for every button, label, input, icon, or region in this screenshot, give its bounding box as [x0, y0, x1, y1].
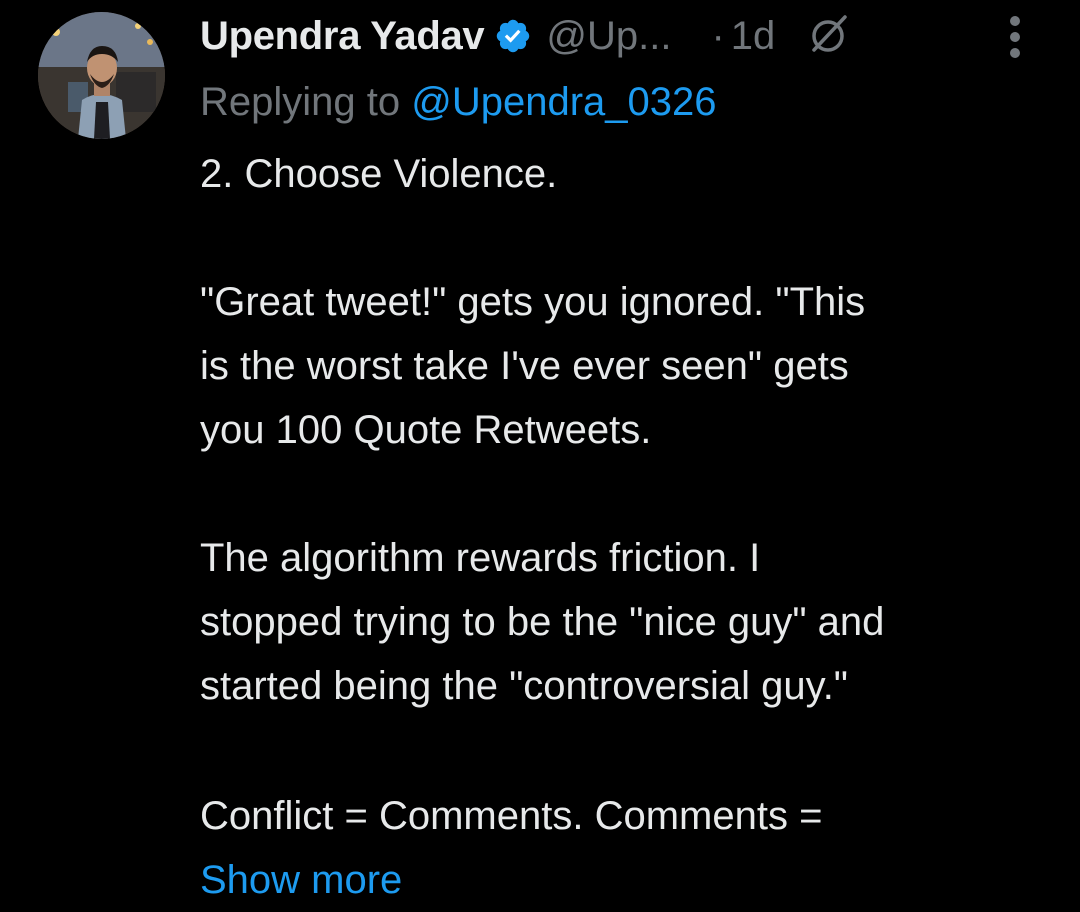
header-separator: ·: [711, 14, 725, 58]
body-line: stopped trying to be the "nice guy" and: [200, 600, 885, 644]
body-line: you 100 Quote Retweets.: [200, 408, 652, 452]
body-line: Conflict = Comments. Comments =: [200, 794, 823, 838]
replying-to: Replying to @Upendra_0326: [200, 74, 717, 130]
tweet-timestamp[interactable]: 1d: [731, 8, 776, 64]
body-line: 2. Choose Violence.: [200, 152, 558, 196]
body-line: "Great tweet!" gets you ignored. "This: [200, 280, 866, 324]
tweet[interactable]: Upendra Yadav @Up... · 1d Replying to @U…: [0, 0, 1080, 902]
grok-icon[interactable]: [805, 13, 851, 59]
tweet-body: 2. Choose Violence. "Great tweet!" gets …: [200, 142, 1060, 782]
avatar[interactable]: [38, 12, 165, 139]
body-line: started being the "controversial guy.": [200, 664, 849, 708]
author-handle[interactable]: @Up...: [546, 8, 671, 64]
body-line: is the worst take I've ever seen" gets: [200, 344, 849, 388]
replying-to-label: Replying to: [200, 80, 412, 124]
replying-to-mention[interactable]: @Upendra_0326: [411, 80, 716, 124]
more-options-icon[interactable]: [1004, 12, 1026, 62]
show-more-link[interactable]: Show more: [200, 848, 402, 912]
tweet-header: Upendra Yadav @Up... · 1d: [200, 8, 1060, 64]
verified-badge-icon[interactable]: [494, 17, 532, 55]
author-name[interactable]: Upendra Yadav: [200, 8, 485, 64]
body-line: The algorithm rewards friction. I: [200, 536, 761, 580]
